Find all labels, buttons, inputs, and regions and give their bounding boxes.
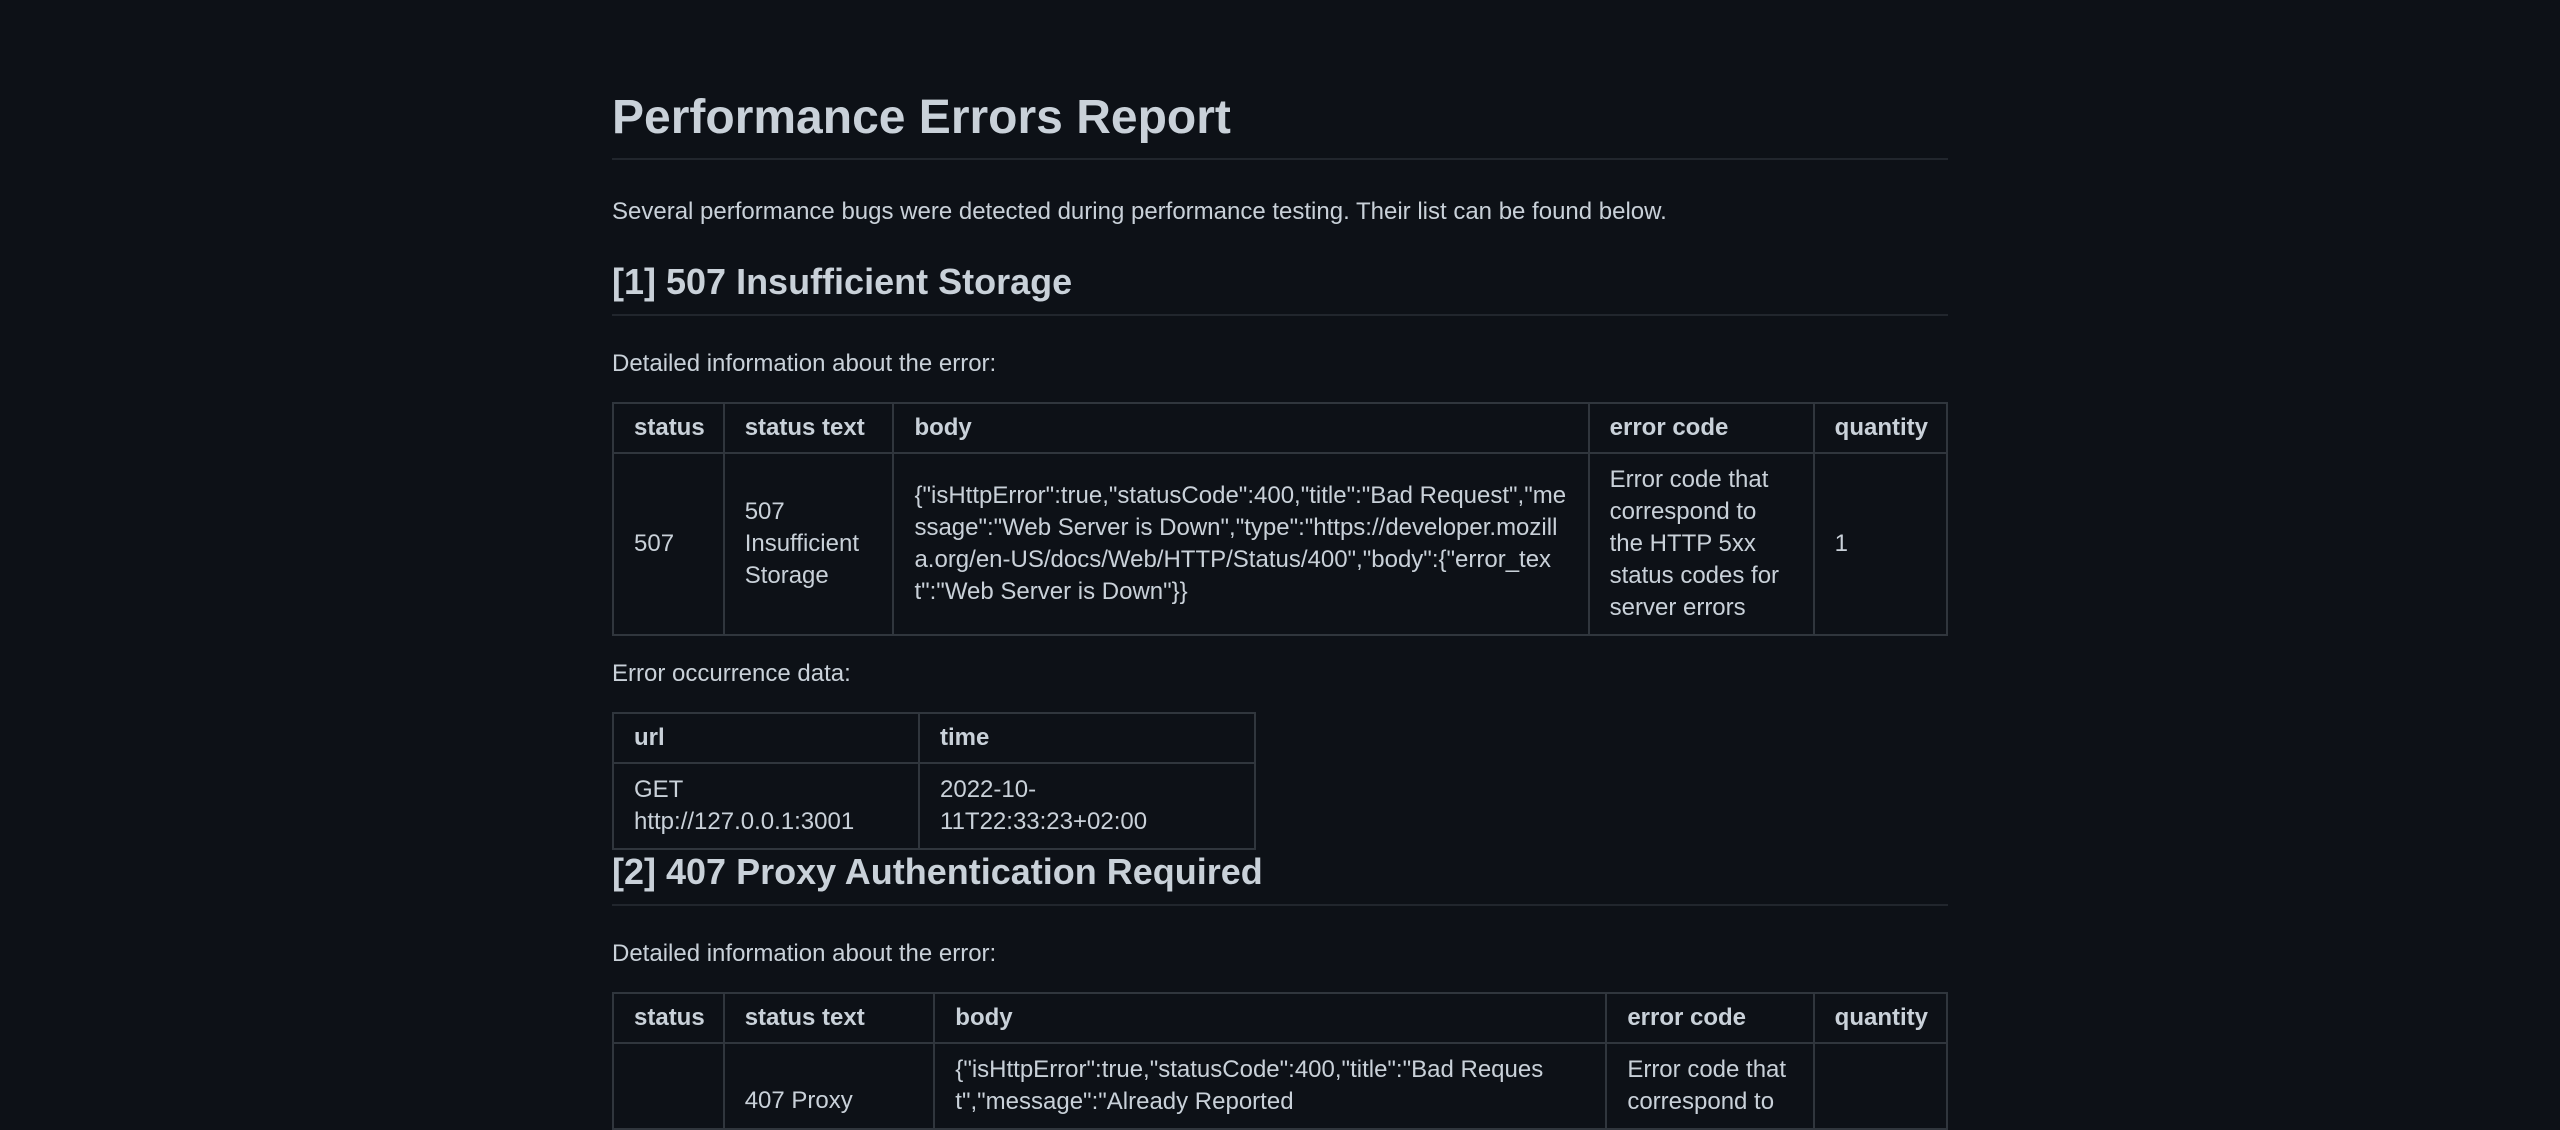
table-header-row: status status text body error code quant… bbox=[612, 402, 1949, 454]
cell-error-code: Error code that correspond to bbox=[1605, 1042, 1815, 1130]
cell-status bbox=[612, 1042, 725, 1130]
error-1-occurrence-label: Error occurrence data: bbox=[612, 660, 851, 687]
cell-error-code: Error code that correspond to the HTTP 5… bbox=[1587, 452, 1815, 636]
column-header-time: time bbox=[918, 712, 1256, 764]
cell-status: 507 bbox=[612, 452, 725, 636]
table-header-row: status status text body error code quant… bbox=[612, 992, 1949, 1044]
cell-status-text: 507 Insufficient Storage bbox=[722, 452, 895, 636]
cell-status-text: 407 Proxy bbox=[722, 1042, 936, 1130]
table-row: GET http://127.0.0.1:3001 2022-10-11T22:… bbox=[612, 762, 1256, 850]
error-heading-1: [1] 507 Insufficient Storage bbox=[612, 258, 1948, 316]
column-header-body: body bbox=[933, 992, 1608, 1044]
column-header-url: url bbox=[612, 712, 920, 764]
column-header-status-text: status text bbox=[722, 402, 895, 454]
column-header-status-text: status text bbox=[722, 992, 936, 1044]
cell-time: 2022-10-11T22:33:23+02:00 bbox=[918, 762, 1256, 850]
cell-quantity: 1 bbox=[1812, 452, 1949, 636]
cell-body: {"isHttpError":true,"statusCode":400,"ti… bbox=[892, 452, 1590, 636]
error-1-occurrence-table: url time GET http://127.0.0.1:3001 2022-… bbox=[612, 712, 1256, 850]
column-header-body: body bbox=[892, 402, 1590, 454]
error-heading-2: [2] 407 Proxy Authentication Required bbox=[612, 848, 1948, 906]
cell-url: GET http://127.0.0.1:3001 bbox=[612, 762, 920, 850]
table-header-row: url time bbox=[612, 712, 1256, 764]
column-header-error-code: error code bbox=[1605, 992, 1815, 1044]
page-title: Performance Errors Report bbox=[612, 88, 1948, 160]
error-2-details-label: Detailed information about the error: bbox=[612, 940, 997, 967]
error-2-details-table: status status text body error code quant… bbox=[612, 992, 1949, 1130]
error-1-details-label: Detailed information about the error: bbox=[612, 350, 997, 377]
cell-body: {"isHttpError":true,"statusCode":400,"ti… bbox=[933, 1042, 1608, 1130]
column-header-quantity: quantity bbox=[1812, 992, 1949, 1044]
report-intro: Several performance bugs were detected d… bbox=[612, 198, 1667, 225]
column-header-status: status bbox=[612, 992, 725, 1044]
column-header-status: status bbox=[612, 402, 725, 454]
column-header-quantity: quantity bbox=[1812, 402, 1949, 454]
error-1-details-table: status status text body error code quant… bbox=[612, 402, 1949, 636]
cell-quantity bbox=[1812, 1042, 1949, 1130]
table-row: 507 507 Insufficient Storage {"isHttpErr… bbox=[612, 452, 1949, 636]
table-row: 407 Proxy {"isHttpError":true,"statusCod… bbox=[612, 1042, 1949, 1130]
column-header-error-code: error code bbox=[1587, 402, 1815, 454]
